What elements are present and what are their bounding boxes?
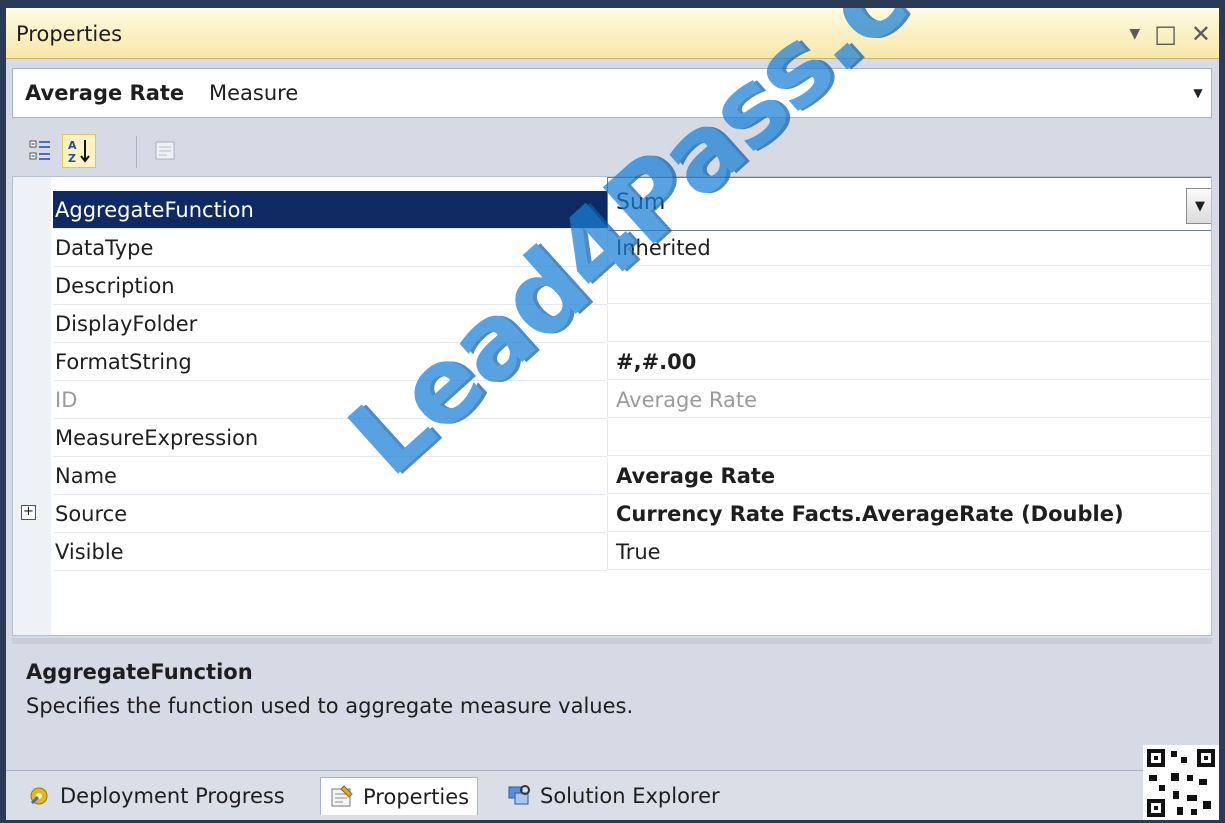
tab-properties[interactable]: Properties: [320, 777, 479, 815]
title-bar[interactable]: Properties ▼ □ ✕: [6, 8, 1219, 59]
object-name: Average Rate: [25, 81, 185, 105]
property-value[interactable]: Average Rate: [607, 457, 1211, 494]
tab-label: Properties: [363, 784, 470, 809]
property-row-formatstring[interactable]: FormatString #,#.00: [13, 343, 1211, 381]
close-icon[interactable]: ✕: [1191, 20, 1211, 48]
property-value[interactable]: [607, 419, 1211, 456]
property-row-source[interactable]: + Source Currency Rate Facts.AverageRate…: [13, 495, 1211, 533]
properties-window: Properties ▼ □ ✕ Average Rate Measure ▼: [6, 8, 1219, 820]
chevron-down-icon[interactable]: ▼: [1186, 188, 1211, 224]
categorized-icon[interactable]: [24, 134, 58, 168]
aggregate-function-combo[interactable]: Sum ▼: [607, 177, 1211, 231]
solution-explorer-icon: [508, 785, 530, 805]
property-row-aggregatefunction[interactable]: AggregateFunction Sum ▼: [13, 177, 1211, 231]
expand-icon[interactable]: +: [21, 505, 36, 520]
properties-icon: [331, 784, 353, 806]
property-value[interactable]: Currency Rate Facts.AverageRate (Double): [607, 495, 1211, 532]
description-text: Specifies the function used to aggregate…: [26, 694, 634, 718]
property-name: Source: [53, 495, 607, 533]
property-name: DisplayFolder: [53, 305, 607, 343]
property-name: ID: [53, 381, 607, 419]
property-row-measureexpression[interactable]: MeasureExpression: [13, 419, 1211, 457]
maximize-icon[interactable]: □: [1154, 20, 1177, 48]
window-controls: ▼ □ ✕: [1129, 20, 1211, 48]
categorized-glyph: [29, 140, 50, 160]
object-selector[interactable]: Average Rate Measure ▼: [12, 68, 1212, 118]
property-value[interactable]: Inherited: [607, 229, 1211, 266]
window-position-dropdown-icon[interactable]: ▼: [1129, 26, 1140, 42]
alphabetical-glyph: A Z: [68, 139, 90, 165]
tool-window-tabs: Deployment Progress Properties Solution …: [6, 745, 1219, 820]
property-value[interactable]: [607, 267, 1211, 304]
property-name: Visible: [53, 533, 607, 571]
property-row-id[interactable]: ID Average Rate: [13, 381, 1211, 419]
property-pages-icon[interactable]: [148, 134, 182, 168]
property-name: Description: [53, 267, 607, 305]
property-name: DataType: [53, 229, 607, 267]
properties-toolbar: A Z: [12, 126, 1212, 172]
svg-text:Z: Z: [68, 152, 76, 165]
description-title: AggregateFunction: [26, 660, 253, 684]
window-title: Properties: [16, 22, 123, 46]
property-row-visible[interactable]: Visible True: [13, 533, 1211, 571]
property-value[interactable]: True: [607, 533, 1211, 570]
tab-label: Deployment Progress: [60, 784, 285, 808]
object-kind: Measure: [209, 81, 299, 105]
tab-solution-explorer[interactable]: Solution Explorer: [498, 777, 728, 815]
tab-label: Solution Explorer: [540, 784, 720, 808]
property-name: MeasureExpression: [53, 419, 607, 457]
property-grid: AggregateFunction Sum ▼ DataType Inherit…: [12, 176, 1212, 636]
alphabetical-icon[interactable]: A Z: [62, 134, 96, 168]
property-value[interactable]: [607, 305, 1211, 342]
property-name: FormatString: [53, 343, 607, 381]
property-pages-glyph: [155, 141, 175, 160]
property-value[interactable]: #,#.00: [607, 343, 1211, 380]
deployment-progress-icon: [30, 787, 48, 805]
property-name: Name: [53, 457, 607, 495]
toolbar-separator: [136, 136, 137, 168]
property-row-name[interactable]: Name Average Rate: [13, 457, 1211, 495]
qr-code-image: [1143, 745, 1219, 820]
property-row-description[interactable]: Description: [13, 267, 1211, 305]
svg-text:A: A: [68, 139, 77, 152]
description-pane: AggregateFunction Specifies the function…: [12, 644, 1212, 768]
property-row-datatype[interactable]: DataType Inherited: [13, 229, 1211, 267]
property-name[interactable]: AggregateFunction: [53, 191, 607, 229]
chevron-down-icon[interactable]: ▼: [1185, 69, 1211, 117]
tab-deployment-progress[interactable]: Deployment Progress: [18, 777, 293, 815]
property-row-displayfolder[interactable]: DisplayFolder: [13, 305, 1211, 343]
property-value: Average Rate: [607, 381, 1211, 418]
combo-value: Sum: [616, 190, 666, 215]
